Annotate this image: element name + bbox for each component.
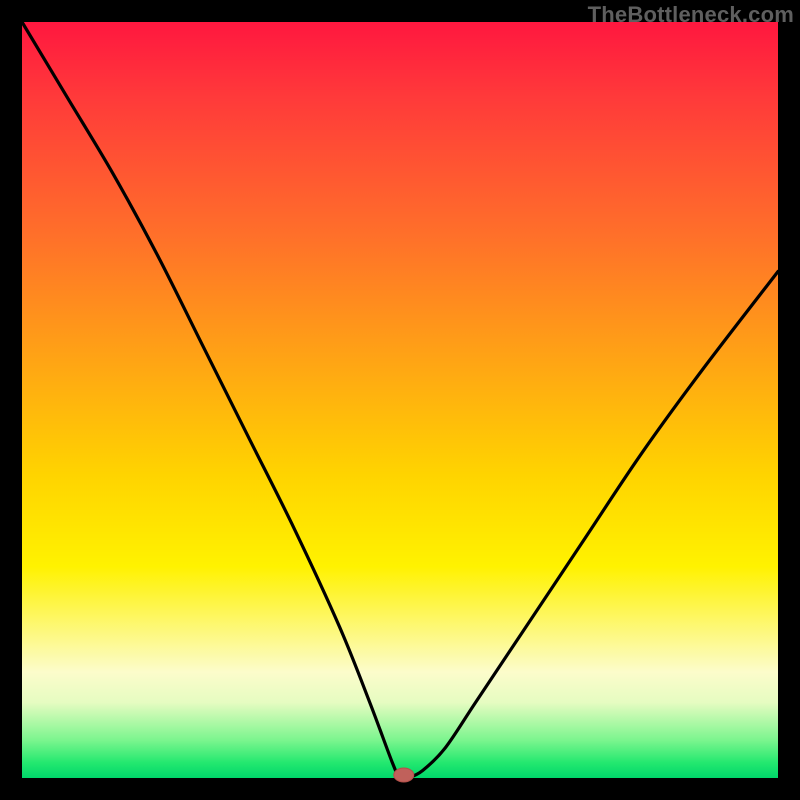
chart-stage: TheBottleneck.com: [0, 0, 800, 800]
watermark-text: TheBottleneck.com: [588, 2, 794, 28]
minimum-marker: [394, 768, 414, 782]
bottleneck-curve: [22, 22, 778, 779]
curve-layer: [22, 22, 778, 778]
plot-area: [22, 22, 778, 778]
